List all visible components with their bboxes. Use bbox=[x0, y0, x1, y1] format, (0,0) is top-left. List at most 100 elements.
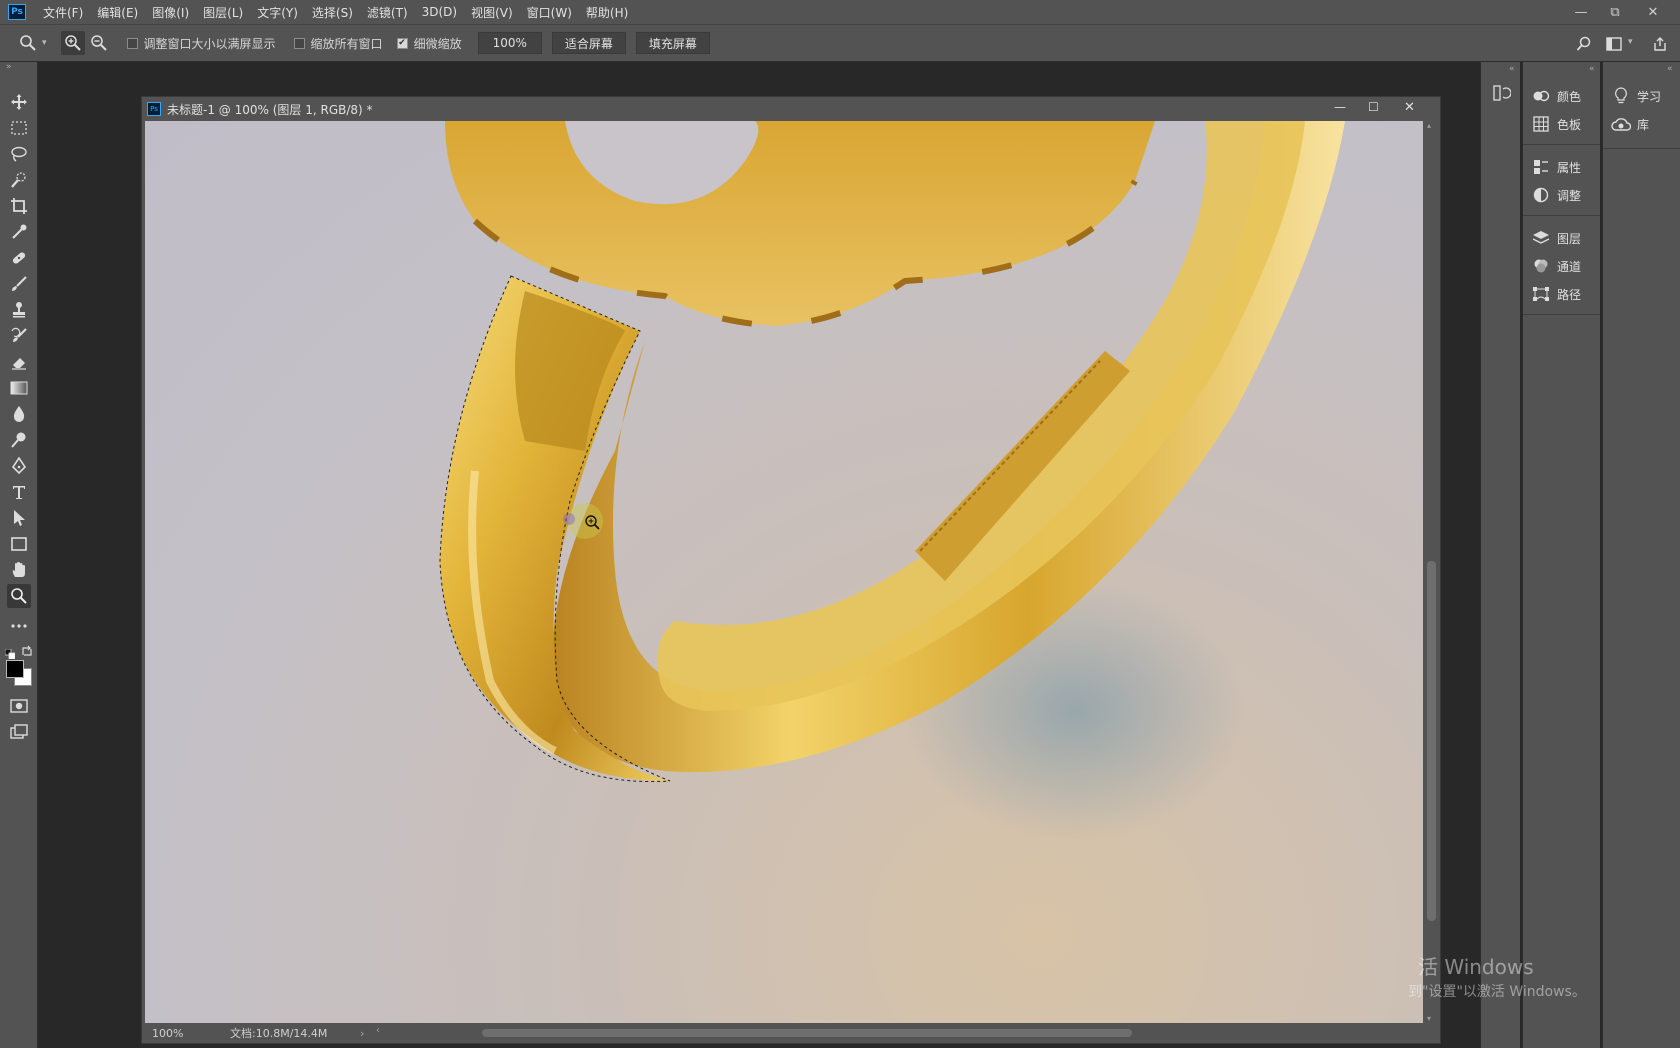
minimize-button[interactable]: — bbox=[1566, 0, 1596, 24]
panel-label: 路径 bbox=[1557, 287, 1582, 302]
collapse-icon[interactable]: « bbox=[1589, 64, 1595, 74]
ring-photo bbox=[439, 121, 1345, 841]
collapse-icon[interactable]: « bbox=[1509, 64, 1515, 74]
layers-panel-group: 图层 通道 路径 bbox=[1523, 216, 1600, 315]
panel-paths[interactable]: 路径 bbox=[1523, 280, 1600, 308]
checkbox-box[interactable] bbox=[126, 37, 138, 49]
collapse-icon[interactable]: » bbox=[6, 62, 12, 72]
panel-learn[interactable]: 学习 bbox=[1603, 82, 1680, 110]
zoom-in-icon[interactable] bbox=[60, 31, 85, 55]
collapse-icon[interactable]: « bbox=[1667, 64, 1673, 74]
scrubby-zoom-checkbox[interactable]: ✔ 细微缩放 bbox=[396, 35, 462, 52]
zoom-level[interactable]: 100% bbox=[152, 1027, 183, 1040]
path-selection-tool-icon[interactable] bbox=[7, 506, 31, 530]
canvas[interactable] bbox=[145, 121, 1423, 1025]
checkbox-box-checked[interactable]: ✔ bbox=[396, 37, 408, 49]
marquee-tool-icon[interactable] bbox=[7, 116, 31, 140]
menu-layer[interactable]: 图层(L) bbox=[196, 4, 250, 21]
menu-file[interactable]: 文件(F) bbox=[36, 4, 90, 21]
menu-window[interactable]: 窗口(W) bbox=[520, 4, 579, 21]
screen-mode-icon[interactable] bbox=[7, 720, 31, 744]
scroll-down-icon[interactable]: ▾ bbox=[1427, 1014, 1431, 1023]
color-panel-group: 颜色 色板 bbox=[1523, 74, 1600, 145]
menu-filter[interactable]: 滤镜(T) bbox=[360, 4, 415, 21]
color-icon bbox=[1531, 87, 1551, 105]
panel-column-1: « 颜色 色板 属性 调整 图层 通道 路径 bbox=[1522, 62, 1600, 1048]
search-icon[interactable] bbox=[1572, 32, 1596, 56]
panel-layers[interactable]: 图层 bbox=[1523, 224, 1600, 252]
move-tool-icon[interactable] bbox=[7, 90, 31, 114]
zoom-100-button[interactable]: 100% bbox=[477, 32, 542, 54]
dodge-tool-icon[interactable] bbox=[7, 428, 31, 452]
history-brush-tool-icon[interactable] bbox=[7, 324, 31, 348]
horizontal-scrollbar[interactable]: ‹ bbox=[376, 1025, 1412, 1039]
gradient-tool-icon[interactable] bbox=[7, 376, 31, 400]
rectangle-tool-icon[interactable] bbox=[7, 532, 31, 556]
zoom-tool-icon[interactable] bbox=[7, 584, 31, 608]
menu-edit[interactable]: 编辑(E) bbox=[90, 4, 145, 21]
scroll-left-icon[interactable]: ‹ bbox=[376, 1025, 380, 1036]
chevron-down-icon[interactable]: ▾ bbox=[42, 38, 47, 48]
menu-view[interactable]: 视图(V) bbox=[464, 4, 520, 21]
vertical-scrollbar[interactable]: ▴ ▾ bbox=[1424, 121, 1440, 1025]
menu-help[interactable]: 帮助(H) bbox=[579, 4, 635, 21]
swatches-icon bbox=[1531, 115, 1551, 133]
panel-color[interactable]: 颜色 bbox=[1523, 82, 1600, 110]
fit-screen-button[interactable]: 适合屏幕 bbox=[551, 32, 626, 54]
menu-3d[interactable]: 3D(D) bbox=[415, 5, 464, 19]
panel-libraries[interactable]: 库 bbox=[1603, 110, 1680, 138]
scrubby-zoom-label: 细微缩放 bbox=[413, 36, 462, 51]
panel-adjustments[interactable]: 调整 bbox=[1523, 181, 1600, 209]
eyedropper-tool-icon[interactable] bbox=[7, 220, 31, 244]
fill-screen-button[interactable]: 填充屏幕 bbox=[635, 32, 710, 54]
doc-maximize-button[interactable]: ☐ bbox=[1368, 100, 1379, 114]
learn-icon bbox=[1611, 87, 1631, 105]
more-tools-icon[interactable] bbox=[7, 614, 31, 638]
document-window: Ps 未标题-1 @ 100% (图层 1, RGB/8) * — ☐ ✕ ▴ … bbox=[141, 96, 1441, 1044]
zoom-tool-preset-icon[interactable] bbox=[16, 31, 40, 55]
menu-image[interactable]: 图像(I) bbox=[145, 4, 196, 21]
workspace-icon[interactable] bbox=[1602, 32, 1626, 56]
healing-brush-tool-icon[interactable] bbox=[7, 246, 31, 270]
blur-tool-icon[interactable] bbox=[7, 402, 31, 426]
crop-tool-icon[interactable] bbox=[7, 194, 31, 218]
document-tab[interactable]: Ps 未标题-1 @ 100% (图层 1, RGB/8) * — ☐ ✕ bbox=[142, 97, 1440, 121]
horizontal-scroll-thumb[interactable] bbox=[482, 1029, 1132, 1037]
quick-mask-icon[interactable] bbox=[7, 694, 31, 718]
options-bar: ▾ 调整窗口大小以满屏显示 缩放所有窗口 ✔ 细微缩放 100% 适合屏幕 填充… bbox=[0, 24, 1680, 62]
resize-windows-checkbox[interactable]: 调整窗口大小以满屏显示 bbox=[126, 35, 276, 52]
swap-colors-icon[interactable] bbox=[21, 642, 33, 656]
quick-selection-tool-icon[interactable] bbox=[7, 168, 31, 192]
close-button[interactable]: ✕ bbox=[1638, 0, 1668, 24]
panel-swatches[interactable]: 色板 bbox=[1523, 110, 1600, 138]
clone-stamp-tool-icon[interactable] bbox=[7, 298, 31, 322]
panel-icon-strip: « bbox=[1480, 62, 1520, 1048]
eraser-tool-icon[interactable] bbox=[7, 350, 31, 374]
zoom-out-icon[interactable] bbox=[87, 31, 111, 55]
restore-button[interactable]: ⧉ bbox=[1600, 0, 1630, 24]
chevron-down-icon[interactable]: ▾ bbox=[1628, 37, 1633, 47]
share-icon[interactable] bbox=[1648, 32, 1672, 56]
vertical-scroll-thumb[interactable] bbox=[1427, 561, 1436, 921]
default-colors-icon[interactable] bbox=[4, 644, 16, 660]
scroll-up-icon[interactable]: ▴ bbox=[1427, 121, 1431, 130]
panel-channels[interactable]: 通道 bbox=[1523, 252, 1600, 280]
brush-tool-icon[interactable] bbox=[7, 272, 31, 296]
menu-type[interactable]: 文字(Y) bbox=[250, 4, 305, 21]
pen-tool-icon[interactable] bbox=[7, 454, 31, 478]
doc-close-button[interactable]: ✕ bbox=[1404, 100, 1415, 115]
photoshop-logo-icon: Ps bbox=[8, 4, 26, 20]
menu-select[interactable]: 选择(S) bbox=[305, 4, 360, 21]
checkbox-box[interactable] bbox=[293, 37, 305, 49]
panel-properties[interactable]: 属性 bbox=[1523, 153, 1600, 181]
doc-minimize-button[interactable]: — bbox=[1334, 100, 1346, 114]
history-panel-icon[interactable] bbox=[1493, 84, 1512, 106]
lasso-tool-icon[interactable] bbox=[7, 142, 31, 166]
type-tool-icon[interactable] bbox=[7, 480, 31, 504]
zoom-all-windows-checkbox[interactable]: 缩放所有窗口 bbox=[293, 35, 383, 52]
document-size: 文档:10.8M/14.4M bbox=[230, 1027, 328, 1040]
learn-panel-group: 学习 库 bbox=[1603, 74, 1680, 149]
status-menu-arrow-icon[interactable]: › bbox=[360, 1027, 364, 1040]
foreground-color-swatch[interactable] bbox=[6, 660, 24, 678]
hand-tool-icon[interactable] bbox=[7, 558, 31, 582]
